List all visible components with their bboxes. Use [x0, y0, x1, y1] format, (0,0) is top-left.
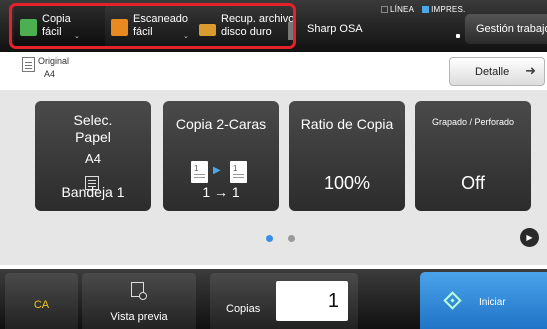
status-indicators: LÍNEA IMPRES. [375, 5, 465, 14]
page-number: 1 [233, 164, 238, 173]
tile-value: 1 → 1 [202, 184, 240, 200]
tile-paper-select[interactable]: Selec. Papel A4 Bandeja 1 [35, 101, 151, 211]
main-panel: Selec. Papel A4 Bandeja 1 Copia 2-Caras … [0, 90, 547, 265]
detail-label: Detalle [475, 66, 510, 78]
tile-title: Grapado / Perforado [431, 117, 515, 127]
tile-copy-ratio[interactable]: Ratio de Copia 100% [289, 101, 405, 211]
copies-label: Copias [226, 303, 261, 315]
highlight-frame [9, 3, 296, 49]
start-button[interactable]: Iniciar [420, 272, 547, 329]
tile-value: Bandeja 1 [61, 184, 125, 200]
tile-title-line: Papel [75, 129, 111, 145]
preview-icon [131, 282, 147, 300]
next-page-icon[interactable]: ▶ [520, 228, 539, 247]
tile-title: Copia 2-Caras [175, 116, 267, 132]
copies-input[interactable]: 1 [276, 281, 348, 321]
paper-size: A4 [85, 151, 101, 166]
play-arrow-icon: ▶ [213, 165, 221, 176]
tile-title-line: Selec. [73, 112, 113, 128]
detail-button[interactable]: Detalle ➜ [449, 57, 545, 86]
tile-value: Off [461, 173, 485, 193]
page-icon: 1 [230, 161, 247, 183]
page-dot[interactable] [288, 235, 295, 242]
copies-control: Copias 1 [210, 273, 358, 329]
start-icon [443, 291, 462, 310]
line-status-label: LÍNEA [390, 5, 414, 14]
preview-label: Vista previa [110, 311, 168, 323]
tile-value: 100% [323, 173, 371, 193]
print-status-label: IMPRES. [431, 5, 466, 14]
tile-duplex-copy[interactable]: Copia 2-Caras 1 ▶ 1 1 → 1 [163, 101, 279, 211]
page-icon: 1 [191, 161, 208, 183]
shortcut-bar: Copia fácil ⌄ Escaneado fácil ⌄ Recup. a… [0, 0, 547, 52]
device-name: Sharp OSA [307, 23, 363, 35]
job-status-button[interactable]: Gestión trabajo [465, 14, 547, 44]
print-status-icon [422, 6, 430, 13]
page-dot-active[interactable] [266, 235, 273, 242]
original-label: Original [38, 56, 70, 66]
action-bar: CA Vista previa Copias 1 Iniciar [0, 269, 547, 329]
line-status-icon [381, 6, 388, 13]
preview-button[interactable]: Vista previa [82, 273, 196, 329]
start-label: Iniciar [479, 297, 506, 308]
original-size: A4 [44, 69, 56, 79]
page-number: 1 [194, 164, 199, 173]
tile-title: Ratio de Copia [300, 116, 394, 132]
clear-all-button[interactable]: CA [5, 273, 78, 329]
indicator-dot [456, 34, 460, 38]
original-document-icon [22, 57, 35, 72]
arrow-right-icon: ➜ [525, 63, 536, 78]
tile-staple-punch[interactable]: Grapado / Perforado Off [415, 101, 531, 211]
tile-title: Selec. Papel [35, 112, 151, 146]
